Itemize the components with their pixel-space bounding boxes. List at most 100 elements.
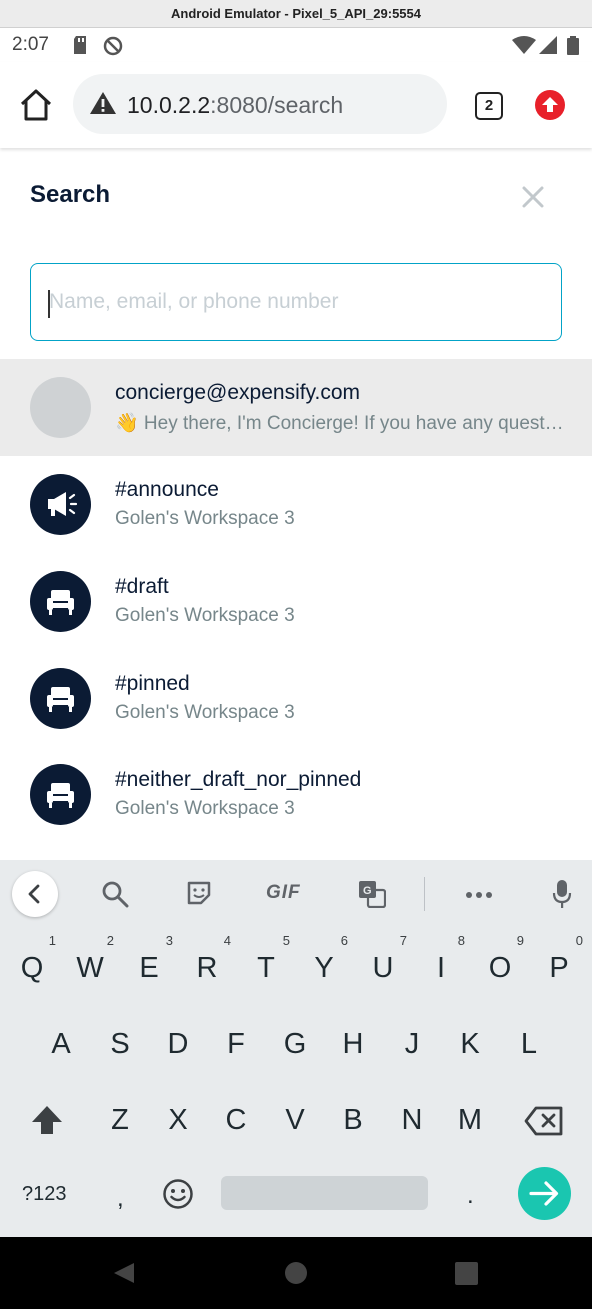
key-l[interactable]: L — [501, 1014, 557, 1074]
key-label: P — [549, 952, 569, 984]
gif-button[interactable]: GIF — [266, 882, 301, 904]
do-not-disturb-icon — [103, 36, 123, 56]
key-w[interactable]: W2 — [62, 934, 118, 998]
search-input[interactable] — [30, 263, 562, 341]
search-icon[interactable] — [101, 880, 129, 908]
space-key[interactable] — [221, 1176, 428, 1210]
room-avatar — [30, 764, 91, 825]
key-hint: 2 — [106, 933, 114, 948]
key-z[interactable]: Z — [92, 1090, 148, 1150]
key-label: R — [196, 952, 218, 984]
result-row-neither[interactable]: #neither_draft_nor_pinned Golen's Worksp… — [0, 746, 592, 843]
svg-text:G: G — [363, 885, 372, 897]
key-i[interactable]: I8 — [413, 934, 469, 998]
key-j[interactable]: J — [384, 1014, 440, 1074]
default-avatar — [30, 377, 91, 438]
result-subtitle: Golen's Workspace 3 — [115, 798, 295, 819]
key-o[interactable]: O9 — [472, 934, 528, 998]
key-f[interactable]: F — [208, 1014, 264, 1074]
more-icon[interactable] — [465, 891, 493, 899]
backspace-icon[interactable] — [524, 1106, 564, 1136]
comma-key[interactable]: , — [117, 1185, 124, 1213]
result-subtitle: 👋 Hey there, I'm Concierge! If you have … — [115, 413, 565, 434]
close-icon[interactable] — [520, 184, 546, 210]
signal-icon — [539, 36, 557, 54]
key-k[interactable]: K — [442, 1014, 498, 1074]
key-label: O — [488, 952, 512, 984]
tab-switcher-button[interactable]: 2 — [475, 92, 503, 120]
key-hint: 9 — [516, 933, 524, 948]
armchair-icon — [47, 687, 74, 712]
home-circle-icon[interactable] — [284, 1261, 308, 1285]
emoji-icon[interactable] — [162, 1178, 194, 1210]
key-e[interactable]: E3 — [121, 934, 177, 998]
armchair-icon — [47, 590, 74, 615]
navigation-bar — [0, 1237, 592, 1309]
key-m[interactable]: M — [442, 1090, 498, 1150]
key-label: Q — [20, 952, 44, 984]
result-row-draft[interactable]: #draft Golen's Workspace 3 — [0, 553, 592, 650]
browser-toolbar: 10.0.2.2:8080/search 2 — [0, 62, 592, 148]
key-h[interactable]: H — [325, 1014, 381, 1074]
url-text: 10.0.2.2:8080/search — [127, 92, 343, 119]
key-b[interactable]: B — [325, 1090, 381, 1150]
key-hint: 6 — [340, 933, 348, 948]
status-bar: 2:07 — [0, 28, 592, 62]
back-icon[interactable] — [112, 1261, 136, 1285]
symbols-key[interactable]: ?123 — [22, 1183, 67, 1206]
sd-card-icon — [74, 36, 86, 54]
key-hint: 8 — [457, 933, 465, 948]
enter-key[interactable] — [518, 1167, 571, 1220]
translate-icon[interactable]: G — [358, 880, 386, 908]
url-path: :8080/search — [210, 92, 344, 118]
recents-icon[interactable] — [455, 1262, 478, 1285]
result-row-concierge[interactable]: concierge@expensify.com 👋 Hey there, I'm… — [0, 359, 592, 456]
key-r[interactable]: R4 — [179, 934, 235, 998]
text-caret — [48, 290, 50, 318]
chevron-left-icon — [28, 884, 40, 904]
key-u[interactable]: U7 — [355, 934, 411, 998]
key-c[interactable]: C — [208, 1090, 264, 1150]
key-label: I — [436, 952, 446, 984]
key-label: Y — [314, 952, 334, 984]
url-host: 10.0.2.2 — [127, 92, 211, 118]
keyboard-back-button[interactable] — [12, 871, 58, 917]
home-icon[interactable] — [18, 88, 54, 122]
room-avatar — [30, 571, 91, 632]
address-bar[interactable]: 10.0.2.2:8080/search — [73, 74, 447, 134]
key-hint: 7 — [399, 933, 407, 948]
toolbar-divider — [424, 877, 425, 911]
room-avatar — [30, 668, 91, 729]
sticker-icon[interactable] — [186, 880, 212, 906]
key-label: W — [76, 952, 104, 984]
key-t[interactable]: T5 — [238, 934, 294, 998]
key-g[interactable]: G — [267, 1014, 323, 1074]
key-hint: 5 — [282, 933, 290, 948]
key-y[interactable]: Y6 — [296, 934, 352, 998]
period-key[interactable]: . — [467, 1182, 474, 1210]
microphone-icon[interactable] — [552, 879, 572, 909]
keyboard-toolbar: GIF G — [0, 860, 592, 926]
key-q[interactable]: Q1 — [4, 934, 60, 998]
key-n[interactable]: N — [384, 1090, 440, 1150]
key-d[interactable]: D — [150, 1014, 206, 1074]
key-a[interactable]: A — [33, 1014, 89, 1074]
key-label: U — [372, 952, 394, 984]
result-name: #draft — [115, 575, 169, 598]
result-name: #announce — [115, 478, 219, 501]
soft-keyboard: GIF G Q1 W2 E3 R4 T5 Y6 U7 I8 O9 P0 A S … — [0, 860, 592, 1237]
update-icon[interactable] — [535, 90, 565, 120]
result-row-announce[interactable]: #announce Golen's Workspace 3 — [0, 456, 592, 553]
shift-icon[interactable] — [30, 1104, 64, 1136]
key-hint: 3 — [165, 933, 173, 948]
key-hint: 4 — [223, 933, 231, 948]
key-x[interactable]: X — [150, 1090, 206, 1150]
page-title: Search — [30, 181, 111, 208]
key-s[interactable]: S — [92, 1014, 148, 1074]
key-v[interactable]: V — [267, 1090, 323, 1150]
result-row-pinned[interactable]: #pinned Golen's Workspace 3 — [0, 650, 592, 747]
battery-icon — [567, 36, 579, 55]
key-label: T — [257, 952, 275, 984]
key-p[interactable]: P0 — [531, 934, 587, 998]
warning-icon[interactable] — [89, 91, 117, 115]
